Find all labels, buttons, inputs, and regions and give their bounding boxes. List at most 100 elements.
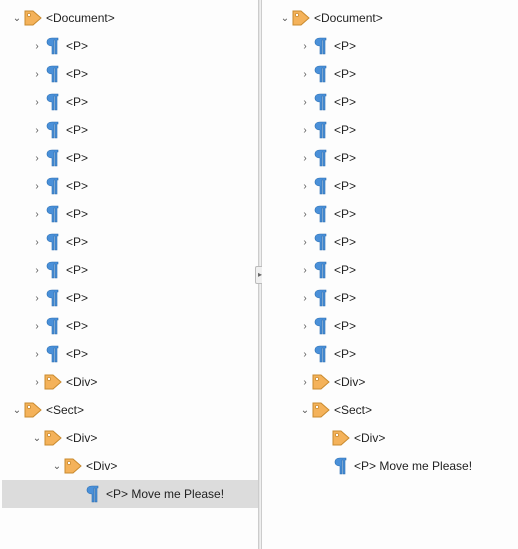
chevron-right-icon[interactable]: › xyxy=(298,237,312,248)
tree-row[interactable]: › <P> xyxy=(2,340,258,368)
chevron-right-icon[interactable]: › xyxy=(30,125,44,136)
tree-row[interactable]: ›<P> xyxy=(2,284,258,312)
tree-row[interactable]: ⌄ <Sect> xyxy=(264,396,518,424)
tree-row[interactable]: ›<Div> xyxy=(264,368,518,396)
tree-node-label: <P> xyxy=(334,123,356,137)
chevron-right-icon[interactable]: › xyxy=(298,349,312,360)
tree-row[interactable]: › <P> xyxy=(264,284,518,312)
chevron-right-icon[interactable]: › xyxy=(298,153,312,164)
chevron-down-icon[interactable]: ⌄ xyxy=(298,405,312,416)
pilcrow-icon xyxy=(312,288,330,308)
chevron-right-icon[interactable]: › xyxy=(30,69,44,80)
tree-row[interactable]: › <P> xyxy=(2,144,258,172)
tree-row[interactable]: ›<P> xyxy=(264,340,518,368)
chevron-right-icon[interactable]: › xyxy=(298,41,312,52)
tree-row[interactable]: › <P> xyxy=(264,312,518,340)
chevron-right-icon[interactable]: › xyxy=(298,69,312,80)
tree-row[interactable]: ⌄<Div> xyxy=(2,424,258,452)
tree-node-label: <P> xyxy=(66,263,88,277)
tree-row[interactable]: ⌄<Div> xyxy=(2,452,258,480)
tree-right[interactable]: ⌄ <Document> › <P> › <P> › <P> › <P> › <P> › <P> › <P> ›… xyxy=(262,0,518,484)
tree-row[interactable]: › <P> xyxy=(2,312,258,340)
chevron-right-icon[interactable]: › xyxy=(298,97,312,108)
chevron-right-icon[interactable]: › xyxy=(298,181,312,192)
tree-row[interactable]: › <P> xyxy=(264,144,518,172)
tree-row[interactable]: ›<P> xyxy=(264,32,518,60)
chevron-right-icon[interactable]: › xyxy=(298,125,312,136)
tag-icon xyxy=(44,428,62,448)
tree-node-label: <P> xyxy=(334,319,356,333)
chevron-right-icon[interactable]: › xyxy=(30,237,44,248)
pilcrow-icon xyxy=(44,288,62,308)
chevron-right-icon[interactable]: › xyxy=(30,41,44,52)
tree-node-label: <P> xyxy=(66,347,88,361)
tree-row[interactable]: › <P> xyxy=(264,228,518,256)
chevron-right-icon[interactable]: › xyxy=(30,293,44,304)
chevron-right-icon[interactable]: › xyxy=(298,265,312,276)
chevron-right-icon[interactable]: › xyxy=(298,321,312,332)
pilcrow-icon xyxy=(332,456,350,476)
tree-node-label: <Document> xyxy=(314,11,383,25)
pilcrow-icon xyxy=(312,148,330,168)
pilcrow-icon xyxy=(44,344,62,364)
chevron-down-icon[interactable]: ⌄ xyxy=(278,13,292,24)
chevron-right-icon[interactable]: › xyxy=(30,265,44,276)
tree-node-label: <P> xyxy=(66,151,88,165)
chevron-down-icon[interactable]: ⌄ xyxy=(30,433,44,444)
tree-row[interactable]: › <P> xyxy=(264,88,518,116)
tree-node-label: <P> xyxy=(334,291,356,305)
tree-node-label: <P> xyxy=(334,95,356,109)
tree-node-label: <P> xyxy=(66,235,88,249)
tree-node-label: <P> xyxy=(334,151,356,165)
tree-node-label: <P> xyxy=(66,319,88,333)
tree-row[interactable]: › <P> xyxy=(2,228,258,256)
pilcrow-icon xyxy=(44,260,62,280)
chevron-down-icon[interactable]: ⌄ xyxy=(10,13,24,24)
tree-row[interactable]: ›<P> xyxy=(264,172,518,200)
pilcrow-icon xyxy=(312,92,330,112)
chevron-right-icon[interactable]: › xyxy=(298,293,312,304)
tree-node-label: <P> xyxy=(334,67,356,81)
tree-row[interactable]: ›<P> xyxy=(2,172,258,200)
tree-row[interactable]: ›<P> xyxy=(2,32,258,60)
tag-icon xyxy=(64,456,82,476)
tree-left[interactable]: ⌄<Document>›<P>›<P>›<P>›<P>›<P>›<P>›<P>›… xyxy=(0,0,258,512)
tree-node-label: <Div> xyxy=(354,431,385,445)
tree-row[interactable]: ›<P> xyxy=(2,116,258,144)
tree-node-label: <Sect> xyxy=(46,403,84,417)
chevron-right-icon[interactable]: › xyxy=(30,209,44,220)
tree-row[interactable]: <P> Move me Please! xyxy=(264,452,518,480)
pilcrow-icon xyxy=(312,316,330,336)
chevron-right-icon[interactable]: › xyxy=(30,153,44,164)
tree-row[interactable]: ›<Div> xyxy=(2,368,258,396)
tree-row[interactable]: ›<P> xyxy=(2,200,258,228)
pilcrow-icon xyxy=(312,204,330,224)
chevron-right-icon[interactable]: › xyxy=(30,97,44,108)
tree-row[interactable]: › <P> xyxy=(2,256,258,284)
tree-row[interactable]: ›<P> xyxy=(2,88,258,116)
left-tree-panel: ⌄<Document>›<P>›<P>›<P>›<P>›<P>›<P>›<P>›… xyxy=(0,0,258,549)
tree-row[interactable]: ›<P> xyxy=(2,60,258,88)
tree-row[interactable]: <Div> xyxy=(264,424,518,452)
chevron-down-icon[interactable]: ⌄ xyxy=(50,461,64,472)
tree-row[interactable]: <P> Move me Please! xyxy=(2,480,258,508)
chevron-right-icon[interactable]: › xyxy=(30,321,44,332)
tree-row[interactable]: ⌄ <Document> xyxy=(264,4,518,32)
tree-row[interactable]: ⌄ <Sect> xyxy=(2,396,258,424)
tree-node-label: <P> xyxy=(334,235,356,249)
tree-row[interactable]: ⌄ <Document> xyxy=(2,4,258,32)
tree-node-label: <Document> xyxy=(46,11,115,25)
tag-icon xyxy=(312,400,330,420)
tree-row[interactable]: ›<P> xyxy=(264,256,518,284)
pilcrow-icon xyxy=(312,344,330,364)
tree-row[interactable]: › <P> xyxy=(264,60,518,88)
tree-node-label: <Sect> xyxy=(334,403,372,417)
chevron-down-icon[interactable]: ⌄ xyxy=(10,405,24,416)
chevron-right-icon[interactable]: › xyxy=(298,209,312,220)
chevron-right-icon[interactable]: › xyxy=(30,181,44,192)
chevron-right-icon[interactable]: › xyxy=(30,349,44,360)
tree-row[interactable]: ›<P> xyxy=(264,200,518,228)
chevron-right-icon[interactable]: › xyxy=(30,377,44,388)
tree-row[interactable]: › <P> xyxy=(264,116,518,144)
chevron-right-icon[interactable]: › xyxy=(298,377,312,388)
